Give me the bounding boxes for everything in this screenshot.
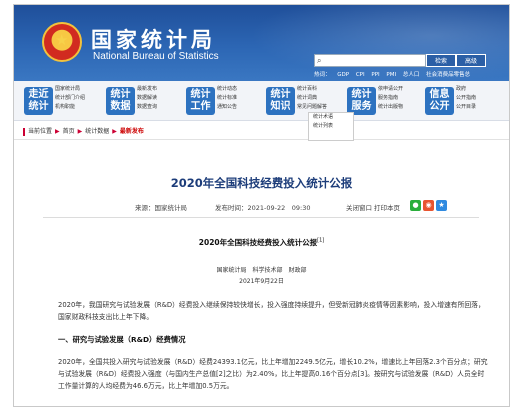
search-icon: ⌕ [317,56,322,65]
site-name-cn[interactable]: 国家统计局 [91,24,216,54]
nav-link[interactable]: 公开目录 [456,103,500,112]
hotword-link[interactable]: 社会消费品零售总 [426,72,470,78]
breadcrumb-section-link[interactable]: 统计数据 [85,128,109,135]
search-input[interactable] [327,55,423,66]
breadcrumb-label: 当前位置 [28,128,53,135]
search-button[interactable]: 检索 [426,54,456,67]
nav-tile-service[interactable]: 统计服务 [347,87,376,115]
breadcrumb-home-link[interactable]: 首页 [63,128,75,135]
breadcrumb-separator: ▶ [77,128,83,135]
issuer: 国家统计局 科学技术部 财政部 [216,267,307,274]
nav-link[interactable]: 常见问题解答 [297,103,345,112]
dropdown-item[interactable]: 统计列表 [313,122,353,131]
section-heading: 一、研究与试验发展（R&D）经费情况 [58,335,186,344]
nav-links: 统计百科 统计词典 常见问题解答 [297,85,345,112]
nav-link[interactable]: 依申请公开 [378,85,426,94]
article-date: 发布时间：2021-09-22 09:30 [215,204,311,212]
nav-link[interactable]: 服务指南 [378,94,426,103]
nav-tile-knowledge[interactable]: 统计知识 [266,87,295,115]
national-emblem-icon[interactable] [42,22,82,62]
nav-link[interactable]: 最新发布 [137,85,185,94]
print-page-link[interactable]: 打印本页 [374,202,400,212]
main-nav: 走近统计 国家统计局 统计部门介绍 机构职能 统计数据 最新发布 数据解读 数据… [14,81,509,121]
nav-link[interactable]: 统计动态 [217,85,265,94]
article-title: 2020年全国科技经费投入统计公报 [170,176,353,190]
breadcrumb-separator: ▶ [55,128,60,135]
hotword-link[interactable]: GDP [337,72,349,78]
site-header: 国家统计局 National Bureau of Statistics ⌕ 检索… [14,5,509,81]
nav-link[interactable]: 数据查询 [137,103,185,112]
nav-link[interactable]: 公开指南 [456,94,500,103]
advanced-search-button[interactable]: 高级 [456,54,486,67]
qzone-share-icon[interactable]: ★ [436,200,447,211]
nav-link[interactable]: 统计部门介绍 [55,94,103,103]
nav-link[interactable]: 统计标准 [217,94,265,103]
issue-date: 2021年9月22日 [239,278,284,285]
nav-link[interactable]: 数据解读 [137,94,185,103]
nav-link[interactable]: 统计百科 [297,85,345,94]
breadcrumb-current-link[interactable]: 最新发布 [120,128,144,135]
nav-tile-about[interactable]: 走近统计 [24,87,53,115]
hotwords-label: 热词： [314,72,331,78]
nav-link[interactable]: 国家统计局 [55,85,103,94]
browser-frame: 国家统计局 National Bureau of Statistics ⌕ 检索… [13,4,510,407]
close-window-link[interactable]: 关闭窗口 [346,202,372,212]
hotword-link[interactable]: PPI [371,72,379,78]
nav-link[interactable]: 机构职能 [55,103,103,112]
nav-links: 统计动态 统计标准 通知公告 [217,85,265,112]
wechat-share-icon[interactable]: ● [410,200,421,211]
hotword-link[interactable]: PMI [386,72,396,78]
nav-link[interactable]: 政府 [456,85,500,94]
footnote-ref[interactable]: [1] [317,238,324,244]
nav-tile-public-info[interactable]: 信息公开 [425,87,454,115]
nav-link[interactable]: 统计出版物 [378,103,426,112]
article-sub-title: 2020年全国科技经费投入统计公报[1] [14,237,509,248]
paragraph: 2020年，全国共投入研究与试验发展（R&D）经费24393.1亿元，比上年增加… [58,358,488,390]
knowledge-dropdown-menu: 统计术语 统计列表 [308,112,354,141]
breadcrumb-marker [23,127,25,136]
weibo-share-icon[interactable]: ◉ [423,200,434,211]
sub-title-text: 2020年全国科技经费投入统计公报 [198,238,318,247]
hotword-link[interactable]: CPI [356,72,365,78]
nav-links: 政府 公开指南 公开目录 [456,85,500,112]
breadcrumb-separator: ▶ [112,128,117,135]
search-box[interactable]: ⌕ [314,54,426,67]
hotwords: 热词： GDP CPI PPI PMI 总人口 社会消费品零售总 [314,70,475,78]
breadcrumb: 当前位置 ▶ 首页 ▶ 统计数据 ▶ 最新发布 [14,124,509,140]
nav-links: 国家统计局 统计部门介绍 机构职能 [55,85,103,112]
nav-tile-data[interactable]: 统计数据 [106,87,135,115]
article: 2020年全国科技经费投入统计公报 来源：国家统计局 发布时间：2021-09-… [14,141,509,406]
nav-tile-work[interactable]: 统计工作 [186,87,215,115]
nav-links: 依申请公开 服务指南 统计出版物 [378,85,426,112]
paragraph: 2020年，我国研究与试验发展（R&D）经费投入继续保持较快增长，投入强度持续提… [58,301,485,321]
hotword-link[interactable]: 总人口 [403,72,420,78]
article-source: 来源：国家统计局 [135,204,187,212]
divider [43,217,479,218]
nav-link[interactable]: 通知公告 [217,103,265,112]
nav-link[interactable]: 统计词典 [297,94,345,103]
nav-links: 最新发布 数据解读 数据查询 [137,85,185,112]
site-name-en[interactable]: National Bureau of Statistics [93,51,219,62]
dropdown-item[interactable]: 统计术语 [313,113,353,122]
